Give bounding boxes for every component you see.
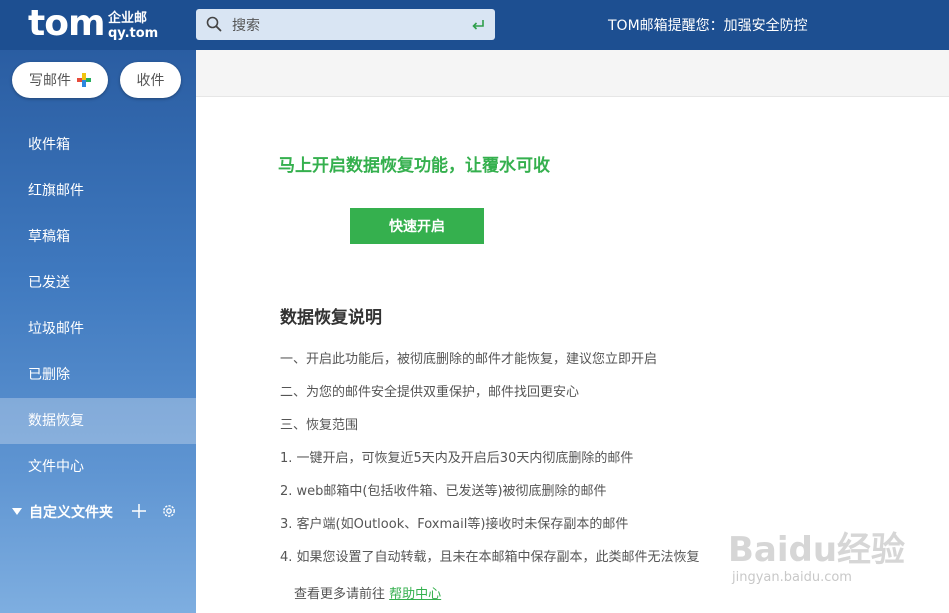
description-line: 2. web邮箱中(包括收件箱、已发送等)被彻底删除的邮件	[280, 484, 607, 499]
description-line: 4. 如果您设置了自动转载，且未在本邮箱中保存副本，此类邮件无法恢复	[280, 550, 700, 565]
sidebar-item-deleted[interactable]: 已删除	[0, 352, 196, 398]
sidebar-item-label: 数据恢复	[28, 413, 84, 429]
promo-title: 马上开启数据恢复功能，让覆水可收	[278, 156, 550, 176]
description-line: 三、恢复范围	[280, 418, 359, 433]
compose-label: 写邮件	[29, 73, 71, 89]
compose-button[interactable]: 写邮件	[12, 62, 108, 98]
description-line: 一、开启此功能后，被彻底删除的邮件才能恢复，建议您立即开启	[280, 352, 658, 367]
more-info-prefix: 查看更多请前往	[294, 587, 386, 602]
sidebar-item-label: 红旗邮件	[28, 183, 84, 199]
colorful-plus-icon	[77, 73, 91, 87]
custom-folder-section: 自定义文件夹	[0, 490, 196, 534]
sidebar-item-label: 草稿箱	[28, 229, 70, 245]
sidebar-item-data-recovery[interactable]: 数据恢复	[0, 398, 196, 444]
security-notice: TOM邮箱提醒您：加强安全防控	[608, 18, 808, 34]
watermark-brand: Baidu经验	[728, 530, 906, 570]
quick-enable-button[interactable]: 快速开启	[350, 208, 484, 244]
sidebar-item-label: 已发送	[28, 275, 70, 291]
toolbar	[196, 50, 949, 97]
search-box[interactable]	[196, 9, 495, 42]
description-line: 3. 客户端(如Outlook、Foxmail等)接收时未保存副本的邮件	[280, 517, 629, 532]
sidebar-item-inbox[interactable]: 收件箱	[0, 122, 196, 168]
tom-logo[interactable]: tom	[28, 2, 105, 46]
sidebar-item-label: 已删除	[28, 367, 70, 383]
baidu-watermark: Baidu经验 jingyan.baidu.com	[726, 522, 926, 592]
logo-subtitle-1: 企业邮	[108, 11, 148, 26]
help-center-link[interactable]: 帮助中心	[389, 587, 441, 602]
plus-icon[interactable]	[131, 503, 147, 519]
section-title: 数据恢复说明	[280, 308, 382, 328]
sidebar-item-flagged[interactable]: 红旗邮件	[0, 168, 196, 214]
sidebar-item-file-center[interactable]: 文件中心	[0, 444, 196, 490]
sidebar-item-label: 垃圾邮件	[28, 321, 84, 337]
top-header: tom 企业邮 qy.tom TOM邮箱提醒您：加强安全防控	[0, 0, 949, 50]
gear-icon[interactable]	[161, 503, 177, 519]
sidebar-item-label: 收件箱	[28, 137, 70, 153]
custom-folder-label[interactable]: 自定义文件夹	[29, 502, 113, 522]
description-line: 1. 一键开启，可恢复近5天内及开启后30天内彻底删除的邮件	[280, 451, 634, 466]
sidebar-item-drafts[interactable]: 草稿箱	[0, 214, 196, 260]
collapse-triangle-icon[interactable]	[12, 508, 22, 515]
enter-icon[interactable]	[470, 17, 486, 33]
sidebar-item-sent[interactable]: 已发送	[0, 260, 196, 306]
receive-button[interactable]: 收件	[120, 62, 181, 98]
receive-label: 收件	[136, 73, 165, 89]
sidebar: 写邮件 收件 收件箱 红旗邮件 草稿箱 已发送 垃圾邮件 已删除 数据恢复 文件…	[0, 50, 196, 613]
more-info-line: 查看更多请前往 帮助中心	[294, 583, 441, 602]
search-input[interactable]	[230, 9, 464, 42]
watermark-url: jingyan.baidu.com	[732, 570, 852, 585]
search-icon	[206, 16, 222, 32]
logo-subtitle-2: qy.tom	[108, 26, 159, 41]
sidebar-item-spam[interactable]: 垃圾邮件	[0, 306, 196, 352]
sidebar-item-label: 文件中心	[28, 459, 84, 475]
description-line: 二、为您的邮件安全提供双重保护，邮件找回更安心	[280, 385, 580, 400]
